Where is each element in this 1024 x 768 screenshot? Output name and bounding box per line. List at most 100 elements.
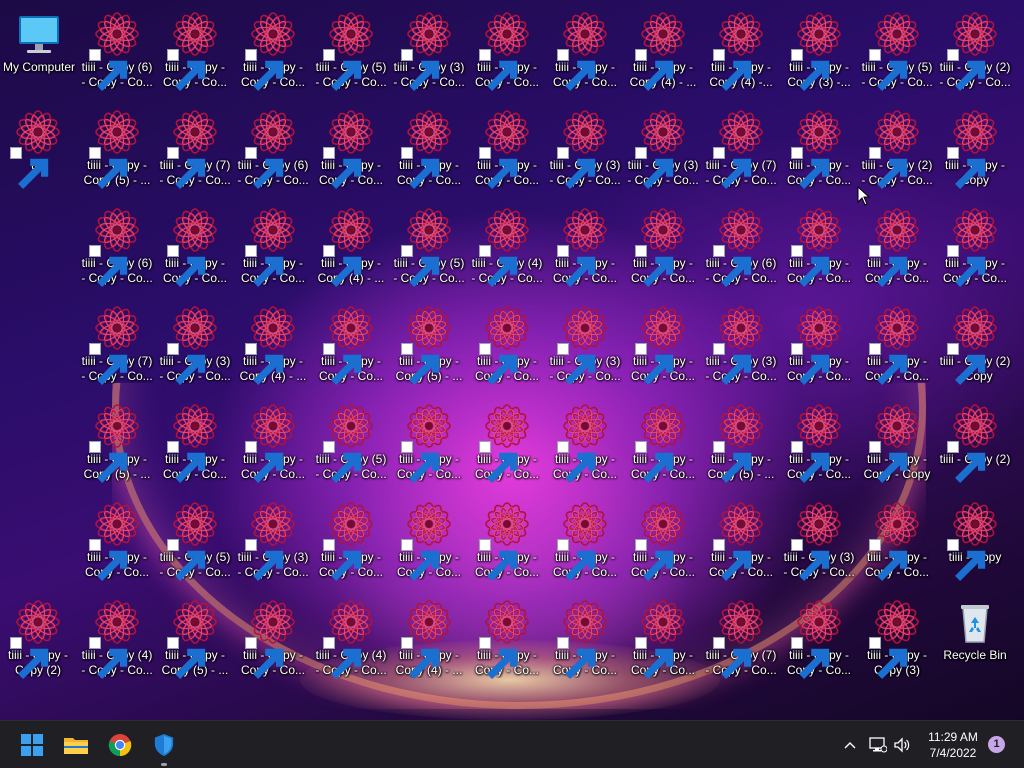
desktop-shortcut[interactable]: tiiii - Copy - Copy - Co... xyxy=(157,200,233,290)
recycle-bin-shortcut[interactable]: Recycle Bin xyxy=(937,592,1013,682)
desktop-shortcut[interactable]: tiiii - Copy - Copy - Co... xyxy=(313,102,389,192)
desktop-shortcut[interactable]: tiiii - Copy (3) - Copy - Co... xyxy=(703,298,779,388)
desktop-shortcut[interactable]: tiiii - Copy - Copy - Co... xyxy=(79,494,155,584)
desktop[interactable]: My Computer tiiii - Copy (6) - Copy - Co… xyxy=(0,0,1024,720)
desktop-shortcut[interactable]: tiiii - Copy - Copy - Co... xyxy=(547,4,623,94)
desktop-shortcut[interactable]: tiiii - Copy (2) xyxy=(937,396,1013,486)
desktop-shortcut[interactable]: tiiii - Copy - Copy (4) - ... xyxy=(313,200,389,290)
windows-security-icon[interactable] xyxy=(148,729,180,766)
desktop-shortcut[interactable]: tiiii - Copy - Copy - Co... xyxy=(391,396,467,486)
desktop-shortcut[interactable]: tiiii - Copy - Copy - Co... xyxy=(469,4,545,94)
desktop-shortcut[interactable]: tiiii - Copy - Copy - Co... xyxy=(937,200,1013,290)
desktop-shortcut[interactable]: tiiii - Copy - Copy - Co... xyxy=(781,200,857,290)
desktop-shortcut[interactable]: tiiii - Copy - Copy (4) - ... xyxy=(625,4,701,94)
chrome-icon[interactable] xyxy=(104,729,136,761)
desktop-shortcut[interactable]: tiiii - Copy - Copy - Co... xyxy=(859,494,935,584)
desktop-shortcut[interactable]: tiiii - Copy - Copy - Co... xyxy=(547,200,623,290)
desktop-shortcut[interactable]: tiiii - Copy - Copy - Co... xyxy=(235,592,311,682)
desktop-shortcut[interactable]: tiiii - Copy - Copy (2) xyxy=(0,592,76,682)
desktop-shortcut[interactable]: tiiii - Copy - Copy - Co... xyxy=(781,298,857,388)
network-icon[interactable] xyxy=(868,735,888,755)
desktop-shortcut[interactable]: tiiii - Copy - Copy - Co... xyxy=(391,102,467,192)
desktop-shortcut[interactable]: tiiii - Copy (6) - Copy - Co... xyxy=(235,102,311,192)
desktop-shortcut[interactable]: tiiii - Copy (3) - Copy - Co... xyxy=(235,494,311,584)
desktop-shortcut[interactable]: tiiii - Copy - Copy - Co... xyxy=(235,396,311,486)
desktop-shortcut[interactable]: tiiii - Copy (3) - Copy - Co... xyxy=(391,4,467,94)
desktop-shortcut[interactable]: tiiii - Copy - Copy - Co... xyxy=(469,298,545,388)
chevron-up-icon[interactable] xyxy=(840,735,860,755)
desktop-shortcut[interactable]: tiiii - Copy (6) - Copy - Co... xyxy=(79,200,155,290)
desktop-shortcut[interactable]: tiiii - Copy - Copy (4) -... xyxy=(703,4,779,94)
desktop-shortcut[interactable]: tiiii - Copy - Copy (5) - ... xyxy=(391,298,467,388)
desktop-shortcut[interactable]: tiiii - Copy - Copy - Co... xyxy=(703,494,779,584)
desktop-shortcut[interactable]: tiiii - Copy - Copy (5) - ... xyxy=(703,396,779,486)
desktop-shortcut[interactable]: tiiii - Copy (7) - Copy - Co... xyxy=(703,592,779,682)
desktop-shortcut[interactable]: tiiii - Copy - Copy - Co... xyxy=(235,4,311,94)
desktop-shortcut[interactable]: tiiii - Copy (3) - Copy - Co... xyxy=(781,494,857,584)
desktop-shortcut[interactable]: tiiii - Copy - Copy (4) - ... xyxy=(391,592,467,682)
volume-icon[interactable] xyxy=(892,735,912,755)
desktop-shortcut[interactable]: tiiii - Copy (7) - Copy - Co... xyxy=(157,102,233,192)
flower-shortcut-icon xyxy=(479,10,531,91)
desktop-shortcut[interactable]: tiiii - Copy (5) - Copy - Co... xyxy=(313,396,389,486)
desktop-shortcut[interactable]: tiiii - Copy (5) - Copy - Co... xyxy=(391,200,467,290)
desktop-shortcut[interactable]: tiiii - Copy - Copy - Co... xyxy=(625,396,701,486)
desktop-shortcut[interactable]: tiiii - Copy - Copy - Co... xyxy=(625,592,701,682)
desktop-shortcut[interactable]: tiiii - Copy - Copy - Co... xyxy=(859,298,935,388)
windows-start-icon[interactable] xyxy=(16,729,48,761)
desktop-shortcut[interactable]: tiiii - Copy - Copy - Co... xyxy=(547,396,623,486)
desktop-shortcut[interactable]: tiiii - Copy - Copy - Co... xyxy=(469,592,545,682)
desktop-shortcut[interactable]: tiiii - Copy (7) - Copy - Co... xyxy=(79,298,155,388)
desktop-shortcut[interactable]: tiiii - Copy (7) - Copy - Co... xyxy=(703,102,779,192)
taskbar-clock[interactable]: 11:29 AM 7/4/2022 xyxy=(916,729,990,761)
desktop-shortcut[interactable]: tiiii - Copy (4) - Copy - Co... xyxy=(313,592,389,682)
desktop-shortcut[interactable]: tiiii - Copy - Copy - Co... xyxy=(625,298,701,388)
desktop-shortcut[interactable]: tiiii - Copy - Copy - Co... xyxy=(313,494,389,584)
desktop-shortcut[interactable]: tiiii - Copy (5) - Copy - Co... xyxy=(157,494,233,584)
desktop-shortcut[interactable]: tiiii - Copy - Copy - Co... xyxy=(859,200,935,290)
desktop-shortcut[interactable]: tiiii - Copy - Copy (5) - ... xyxy=(79,102,155,192)
desktop-shortcut[interactable]: tiiii - Copy (3) - Copy - Co... xyxy=(625,102,701,192)
file-explorer-icon[interactable] xyxy=(60,729,92,761)
desktop-shortcut[interactable]: tiiii - Copy (2) - Copy - Co... xyxy=(859,102,935,192)
desktop-shortcut[interactable]: tiiii - Copy xyxy=(937,494,1013,584)
desktop-shortcut[interactable]: tiiii - Copy - Copy (3) xyxy=(859,592,935,682)
desktop-shortcut[interactable]: tiiii - Copy - Copy - Co... xyxy=(157,396,233,486)
desktop-shortcut[interactable]: tiiii - Copy - Copy - Co... xyxy=(157,4,233,94)
desktop-shortcut[interactable]: tiiii - Copy - Copy xyxy=(937,102,1013,192)
desktop-shortcut[interactable]: tiiii - Copy - Copy (5) - ... xyxy=(79,396,155,486)
desktop-shortcut[interactable]: tiiii - Copy - Copy - Co... xyxy=(469,494,545,584)
desktop-shortcut[interactable]: tiiii - Copy - Copy - Co... xyxy=(547,494,623,584)
desktop-shortcut[interactable]: tiiii - Copy - Copy - Co... xyxy=(781,396,857,486)
desktop-shortcut[interactable]: tiiii - Copy (3) - Copy - Co... xyxy=(157,298,233,388)
shortcut-arrow-icon xyxy=(635,343,674,385)
desktop-shortcut[interactable]: tiiii - Copy (6) - Copy - Co... xyxy=(79,4,155,94)
desktop-shortcut[interactable]: tiiii - Copy - Copy - Co... xyxy=(625,200,701,290)
desktop-shortcut[interactable]: tiiii - Copy (4) - Copy - Co... xyxy=(469,200,545,290)
desktop-shortcut[interactable]: tiiii - Copy - Copy - Co... xyxy=(469,396,545,486)
desktop-shortcut[interactable]: tiiii - Copy - Copy - Copy xyxy=(859,396,935,486)
my-computer-shortcut[interactable]: My Computer xyxy=(1,4,77,94)
desktop-shortcut[interactable]: tiiii - Copy (5) - Copy - Co... xyxy=(859,4,935,94)
desktop-shortcut[interactable]: tiiii - Copy - Copy - Co... xyxy=(781,592,857,682)
notification-badge[interactable]: 1 xyxy=(988,736,1005,753)
desktop-shortcut[interactable]: tiiii - Copy (3) - Copy - Co... xyxy=(547,102,623,192)
desktop-shortcut[interactable]: tiiii - Copy - Copy - Co... xyxy=(469,102,545,192)
desktop-shortcut[interactable]: tiiii - Copy (2) - Copy xyxy=(937,298,1013,388)
shortcut-arrow-icon xyxy=(869,441,908,483)
desktop-shortcut[interactable]: tiiii - Copy (5) - Copy - Co... xyxy=(313,4,389,94)
desktop-shortcut[interactable]: tiiii - Copy - Copy (4) - ... xyxy=(235,298,311,388)
desktop-shortcut[interactable]: tiiii - Copy (2) - Copy - Co... xyxy=(937,4,1013,94)
desktop-shortcut[interactable]: tiiii - Copy - Copy (5) - ... xyxy=(157,592,233,682)
desktop-shortcut[interactable]: tiiii - Copy (3) - Copy - Co... xyxy=(547,298,623,388)
desktop-shortcut[interactable]: tiiii - Copy - Copy - Co... xyxy=(781,102,857,192)
desktop-shortcut[interactable]: tiiii - Copy - Copy - Co... xyxy=(625,494,701,584)
desktop-shortcut[interactable]: tiiii - Copy (4) - Copy - Co... xyxy=(79,592,155,682)
desktop-shortcut[interactable]: tiiii - Copy - Copy (3) -... xyxy=(781,4,857,94)
desktop-shortcut[interactable]: tiiii - Copy - Copy - Co... xyxy=(547,592,623,682)
desktop-shortcut[interactable]: tiiii - Copy - Copy - Co... xyxy=(391,494,467,584)
desktop-shortcut[interactable]: tiiii - Copy - Copy - Co... xyxy=(235,200,311,290)
desktop-shortcut[interactable]: tiiii - Copy - Copy - Co... xyxy=(313,298,389,388)
desktop-shortcut[interactable]: tiiii xyxy=(0,102,76,192)
desktop-shortcut[interactable]: tiiii - Copy (6) - Copy - Co... xyxy=(703,200,779,290)
